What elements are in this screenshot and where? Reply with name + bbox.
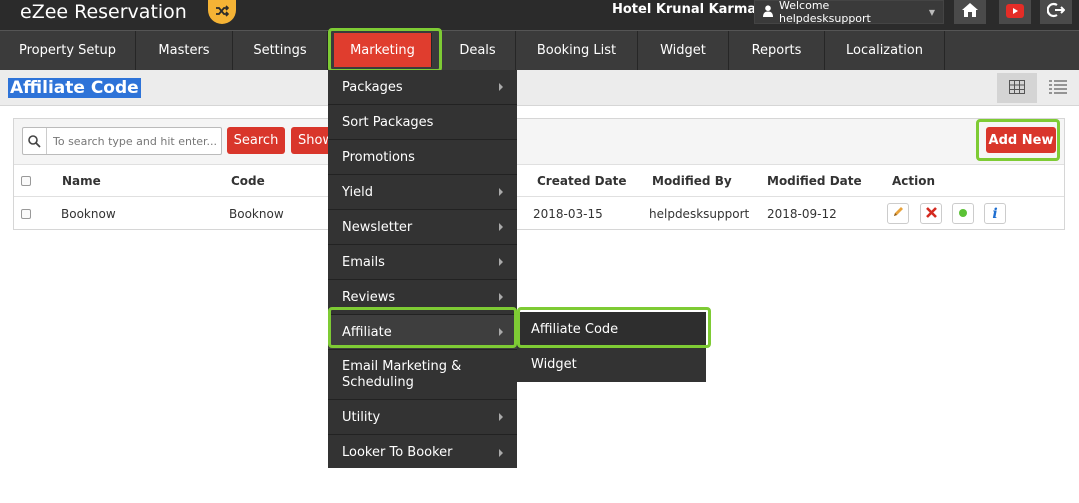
grid-icon	[1009, 79, 1025, 98]
chevron-down-icon: ▼	[928, 7, 935, 17]
info-button[interactable]: i	[984, 203, 1006, 224]
menu-item-emails[interactable]: Emails	[328, 245, 517, 280]
list-view-button[interactable]	[1038, 73, 1078, 103]
col-name[interactable]: Name	[62, 166, 101, 196]
row-modified-date: 2018-09-12	[767, 207, 837, 221]
pencil-icon	[892, 206, 904, 221]
top-bar: eZee Reservation Hotel Krunal Karma Welc…	[0, 0, 1079, 30]
logout-button[interactable]	[1040, 0, 1072, 24]
search-button[interactable]: Search	[227, 127, 285, 154]
home-icon	[961, 2, 979, 22]
col-created-date[interactable]: Created Date	[537, 166, 627, 196]
menu-item-label: Utility	[342, 409, 381, 425]
col-modified-date[interactable]: Modified Date	[767, 166, 862, 196]
menu-item-utility[interactable]: Utility	[328, 400, 517, 435]
edit-button[interactable]	[887, 203, 909, 224]
menu-item-label: Reviews	[342, 289, 396, 305]
menu-item-email-marketing[interactable]: Email Marketing & Scheduling	[328, 350, 517, 400]
col-modified-by[interactable]: Modified By	[652, 166, 732, 196]
col-action: Action	[892, 174, 936, 188]
menu-item-newsletter[interactable]: Newsletter	[328, 210, 517, 245]
search-icon	[23, 128, 47, 154]
affiliate-submenu: Affiliate Code Widget	[517, 312, 706, 382]
submenu-item-widget[interactable]: Widget	[517, 347, 706, 382]
menu-item-yield[interactable]: Yield	[328, 175, 517, 210]
tab-masters[interactable]: Masters	[136, 31, 233, 70]
switch-property-button[interactable]	[208, 0, 236, 24]
main-nav: Property Setup Masters Settings Marketin…	[0, 30, 1079, 70]
chevron-right-icon	[499, 188, 503, 196]
list-toolbar: Search Show Add New	[14, 119, 1064, 165]
affiliate-code-panel: Search Show Add New Name Code Created Da…	[13, 118, 1065, 230]
submenu-item-affiliate-code[interactable]: Affiliate Code	[517, 312, 706, 347]
menu-item-label: Promotions	[342, 149, 415, 165]
hotel-name: Hotel Krunal Karma	[612, 2, 757, 17]
row-modified-by: helpdesksupport	[649, 207, 750, 221]
col-code[interactable]: Code	[231, 166, 265, 196]
tab-widget[interactable]: Widget	[638, 31, 729, 70]
user-menu-dropdown[interactable]: Welcome helpdesksupport ▼	[754, 0, 944, 25]
welcome-text: Welcome helpdesksupport	[779, 0, 871, 25]
menu-item-label-line2: Scheduling	[342, 374, 414, 390]
show-button[interactable]: Show	[291, 127, 331, 154]
chevron-right-icon	[499, 448, 503, 457]
row-checkbox[interactable]	[21, 198, 31, 230]
tab-deals[interactable]: Deals	[440, 31, 516, 70]
chevron-right-icon	[499, 413, 503, 421]
menu-item-packages[interactable]: Packages	[328, 70, 517, 105]
search-box	[22, 127, 222, 155]
menu-item-sort-packages[interactable]: Sort Packages	[328, 105, 517, 140]
menu-item-label: Looker To Booker	[342, 445, 453, 460]
menu-item-label: Yield	[342, 184, 373, 200]
row-code: Booknow	[229, 207, 284, 221]
tab-reports[interactable]: Reports	[729, 31, 825, 70]
close-icon	[925, 206, 937, 221]
menu-item-label: Affiliate	[342, 324, 392, 340]
menu-item-reviews[interactable]: Reviews	[328, 280, 517, 315]
menu-item-label: Sort Packages	[342, 114, 434, 130]
chevron-right-icon	[499, 83, 503, 91]
menu-item-looker-to-booker[interactable]: Looker To Booker	[328, 435, 517, 470]
list-icon	[1049, 79, 1067, 98]
row-name: Booknow	[61, 207, 116, 221]
youtube-button[interactable]	[999, 0, 1031, 24]
menu-item-label: Email Marketing &	[342, 358, 462, 374]
chevron-right-icon	[499, 328, 503, 336]
app-title: eZee Reservation	[20, 1, 187, 23]
row-created-date: 2018-03-15	[533, 207, 603, 221]
menu-item-label: Emails	[342, 254, 385, 270]
status-button[interactable]	[952, 203, 974, 224]
chevron-right-icon	[499, 223, 503, 231]
delete-button[interactable]	[920, 203, 942, 224]
page-title: Affiliate Code	[8, 78, 141, 98]
chevron-right-icon	[499, 293, 503, 301]
shuffle-icon	[215, 3, 230, 22]
user-icon	[763, 4, 773, 20]
tab-settings[interactable]: Settings	[233, 31, 328, 70]
home-button[interactable]	[954, 0, 986, 24]
tab-localization[interactable]: Localization	[825, 31, 945, 70]
menu-item-label: Newsletter	[342, 219, 413, 235]
marketing-dropdown: Packages Sort Packages Promotions Yield …	[328, 70, 517, 468]
info-icon: i	[992, 205, 998, 222]
chevron-right-icon	[499, 258, 503, 266]
youtube-icon	[1006, 3, 1024, 22]
tab-marketing[interactable]: Marketing	[334, 33, 432, 67]
status-dot-icon	[958, 207, 968, 221]
page-header: Affiliate Code	[0, 70, 1079, 106]
logout-icon	[1046, 2, 1066, 22]
select-all-checkbox[interactable]	[21, 166, 31, 196]
search-input[interactable]	[47, 129, 219, 153]
tab-property-setup[interactable]: Property Setup	[0, 31, 136, 70]
menu-item-label: Packages	[342, 79, 403, 95]
table-header: Name Code Created Date Modified By Modif…	[14, 166, 1064, 197]
table-row: Booknow Booknow 2018-03-15 helpdesksuppo…	[14, 198, 1064, 230]
grid-view-button[interactable]	[997, 73, 1037, 103]
tab-booking-list[interactable]: Booking List	[516, 31, 638, 70]
menu-item-affiliate[interactable]: Affiliate	[328, 315, 517, 350]
menu-item-promotions[interactable]: Promotions	[328, 140, 517, 175]
add-new-button[interactable]: Add New	[986, 127, 1056, 153]
